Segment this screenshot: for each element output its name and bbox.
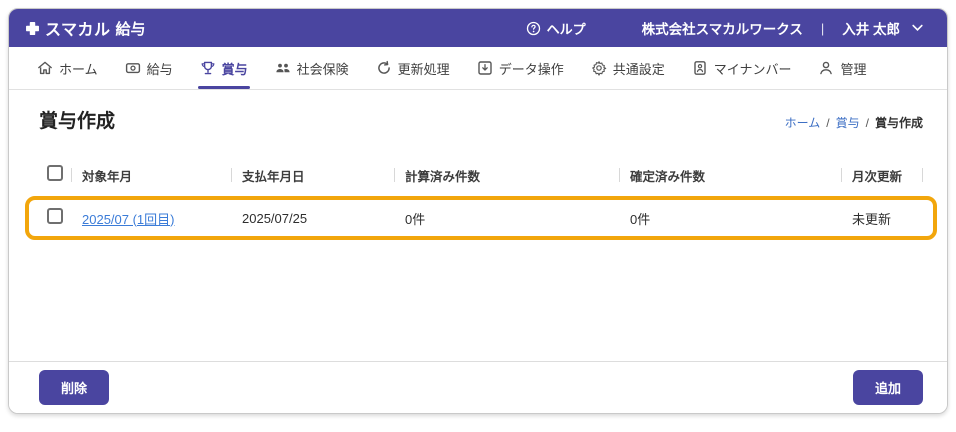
cell-target-month: 2025/07 (1回目) <box>71 209 231 228</box>
breadcrumb-separator: / <box>865 115 869 130</box>
nav-item-social-insurance[interactable]: 社会保険 <box>275 47 349 89</box>
nav-item-bonus[interactable]: 賞与 <box>197 47 250 89</box>
banknote-icon <box>125 63 140 74</box>
main-nav: ホーム 給与 賞与 社会保険 更新処理 データ操作 共通設定 マイナンバー 管理 <box>9 47 947 90</box>
breadcrumb-current: 賞与作成 <box>874 116 923 130</box>
nav-label: ホーム <box>59 61 98 77</box>
download-box-icon <box>477 61 492 75</box>
logo-suffix-text: 給与 <box>115 20 146 38</box>
gear-icon <box>591 61 606 76</box>
breadcrumb: ホーム / 賞与 / 賞与作成 <box>785 114 923 133</box>
nav-item-payroll[interactable]: 給与 <box>125 47 173 89</box>
nav-label: マイナンバー <box>713 61 792 77</box>
table-header: 対象年月 支払年月日 計算済み件数 確定済み件数 月次更新 <box>39 160 923 190</box>
page-title: 賞与作成 <box>39 111 116 132</box>
column-header-confirmed-count: 確定済み件数 <box>619 166 841 185</box>
add-button[interactable]: 追加 <box>852 370 923 405</box>
trophy-icon <box>201 61 215 75</box>
row-checkbox-cell <box>39 207 71 229</box>
people-icon <box>276 63 290 73</box>
app-window: スマカル 給与 ヘルプ 株式会社スマカルワークス | 入井 太郎 ホーム 給与 … <box>8 8 948 414</box>
nav-item-my-number[interactable]: マイナンバー <box>692 47 792 89</box>
nav-label: 賞与 <box>221 61 248 77</box>
nav-item-update[interactable]: 更新処理 <box>376 47 450 89</box>
cell-confirmed-count: 0件 <box>630 211 651 227</box>
top-bar: スマカル 給与 ヘルプ 株式会社スマカルワークス | 入井 太郎 <box>9 9 947 47</box>
cell-payment-date: 2025/07/25 <box>242 210 308 226</box>
select-all-cell <box>39 164 71 186</box>
column-header-monthly-update: 月次更新 <box>841 166 922 185</box>
target-month-link[interactable]: 2025/07 (1回目) <box>82 212 175 227</box>
breadcrumb-bonus-link[interactable]: 賞与 <box>836 114 860 131</box>
breadcrumb-separator: / <box>826 115 830 130</box>
breadcrumb-home-link[interactable]: ホーム <box>785 114 821 131</box>
logo-brand-text: スマカル <box>45 22 111 39</box>
row-checkbox[interactable] <box>47 207 63 224</box>
delete-button[interactable]: 削除 <box>39 370 110 405</box>
column-header-calculated-count: 計算済み件数 <box>394 166 619 185</box>
nav-label: 給与 <box>146 61 173 77</box>
help-link[interactable]: ヘルプ <box>526 19 586 38</box>
help-label: ヘルプ <box>546 21 586 37</box>
column-header-target-month: 対象年月 <box>71 166 231 185</box>
topbar-divider: | <box>820 20 825 36</box>
refresh-icon <box>377 60 390 74</box>
company-name: 株式会社スマカルワークス <box>641 22 803 37</box>
nav-item-common-settings[interactable]: 共通設定 <box>591 47 665 89</box>
nav-label: 共通設定 <box>612 61 665 77</box>
column-header-payment-date: 支払年月日 <box>231 166 394 185</box>
column-header-end-divider <box>922 160 923 190</box>
home-icon <box>38 61 52 75</box>
user-name: 入井 太郎 <box>842 22 900 37</box>
nav-item-admin[interactable]: 管理 <box>818 47 866 89</box>
cell-monthly-update: 未更新 <box>852 211 892 227</box>
nav-label: 社会保険 <box>296 61 349 77</box>
plus-logo-icon <box>26 21 39 35</box>
question-circle-icon <box>526 21 540 35</box>
select-all-checkbox[interactable] <box>47 164 63 181</box>
id-card-icon <box>694 61 706 75</box>
nav-item-home[interactable]: ホーム <box>37 47 98 89</box>
person-icon <box>820 61 833 75</box>
action-bar: 削除 追加 <box>9 361 947 413</box>
cell-calculated-count: 0件 <box>405 211 426 227</box>
nav-label: 更新処理 <box>397 61 450 77</box>
nav-label: 管理 <box>840 61 867 77</box>
nav-label: データ操作 <box>498 61 564 77</box>
nav-item-data-operations[interactable]: データ操作 <box>477 47 564 89</box>
app-logo: スマカル 給与 <box>25 16 146 40</box>
chevron-down-icon <box>912 24 923 32</box>
main-content: 賞与作成 ホーム / 賞与 / 賞与作成 対象年月 支払年月日 計算済み件数 確… <box>9 90 947 361</box>
table-row: 2025/07 (1回目) 2025/07/25 0件 0件 未更新 <box>25 196 937 240</box>
user-menu[interactable]: 入井 太郎 <box>842 18 923 38</box>
